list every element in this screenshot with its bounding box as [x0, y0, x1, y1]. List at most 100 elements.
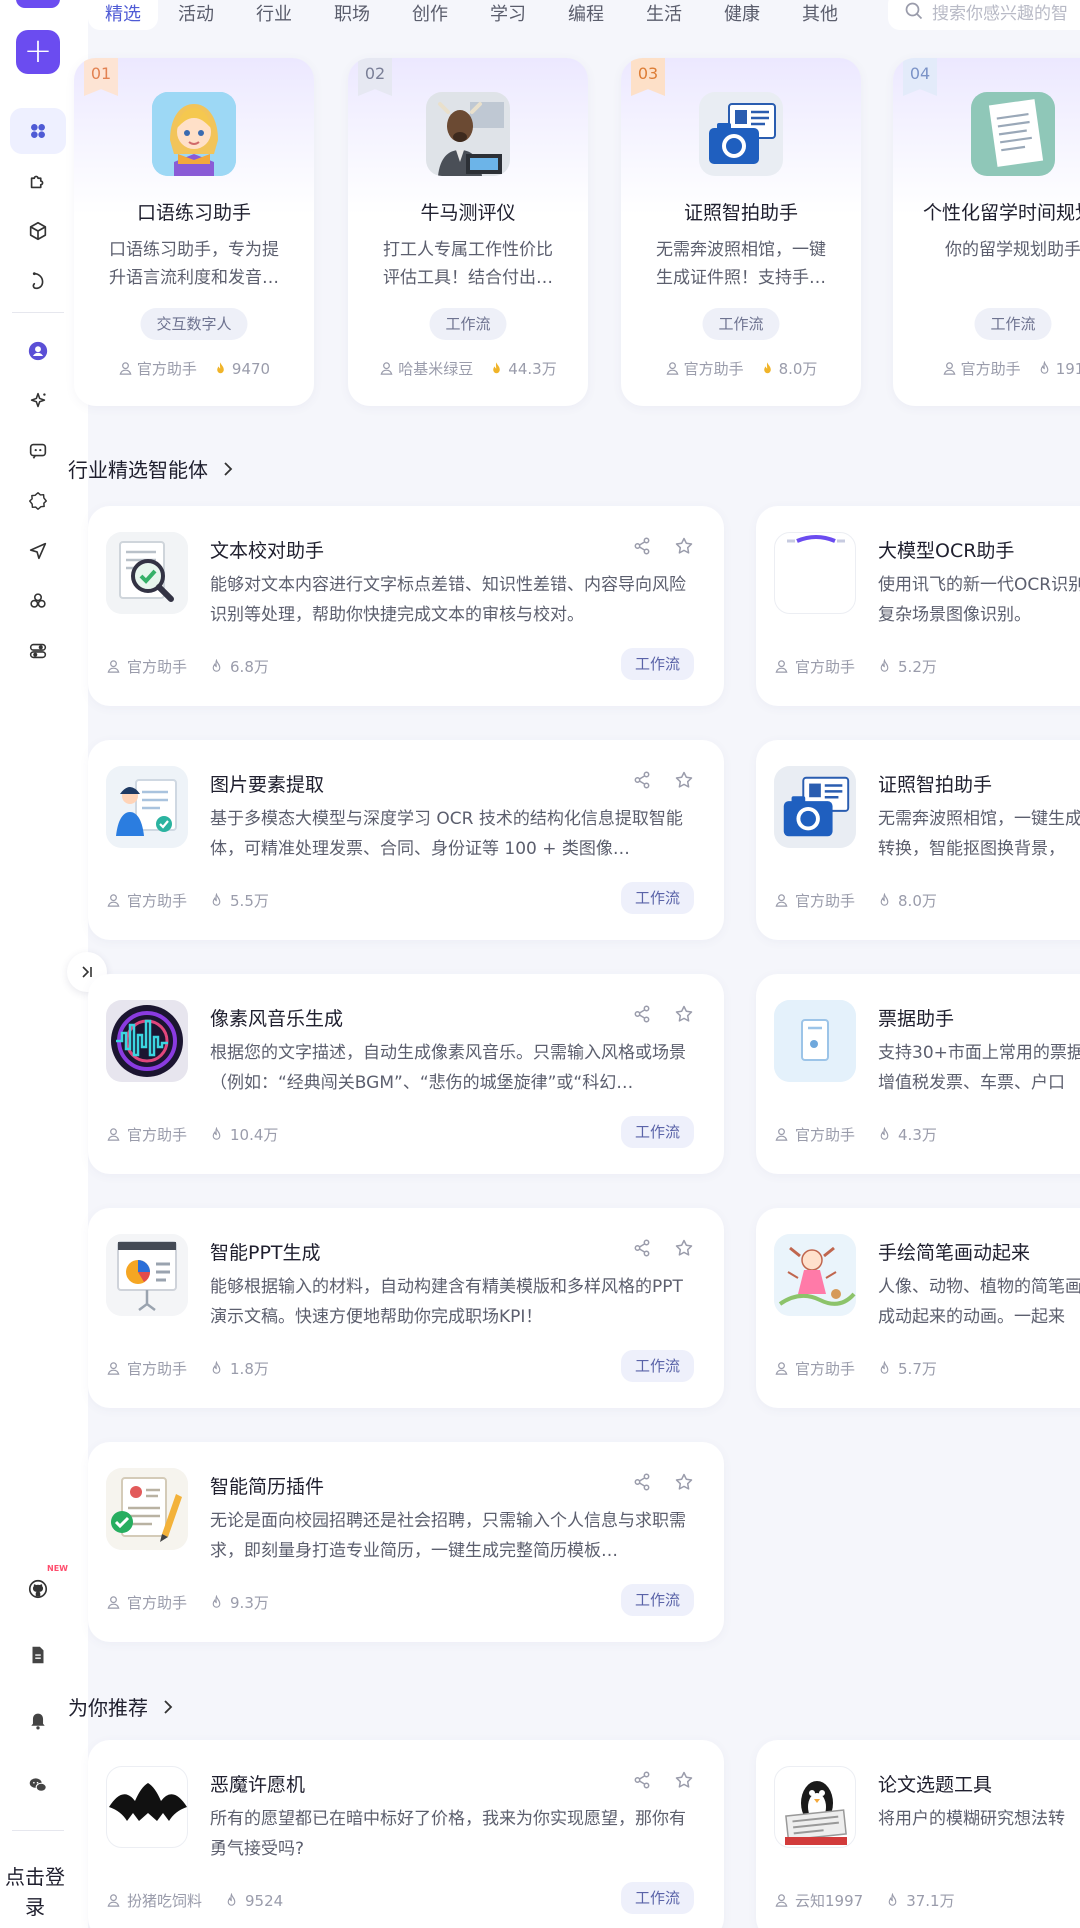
- featured-card[interactable]: 04 个性化留学时间规划 你的留学规划助手 工作流 官方助手 191: [893, 58, 1080, 406]
- agent-card[interactable]: 论文选题工具 将用户的模糊研究想法转 云知1997 37.1万: [756, 1740, 1080, 1928]
- section-title-text: 行业精选智能体: [68, 458, 208, 482]
- agent-card[interactable]: 票据助手 支持30+市面上常用的票据增值税发票、车票、户口 官方助手 4.3万: [756, 974, 1080, 1174]
- share-icon[interactable]: [632, 1238, 652, 1258]
- agent-card[interactable]: 智能简历插件 无论是面向校园招聘还是社会招聘，只需输入个人信息与求职需求，即刻量…: [88, 1442, 724, 1642]
- share-icon[interactable]: [632, 770, 652, 790]
- section-title-industry[interactable]: 行业精选智能体: [68, 454, 236, 483]
- document-extract-icon: [106, 766, 188, 848]
- tab-programming[interactable]: 编程: [556, 0, 616, 30]
- agent-card[interactable]: 大模型OCR助手 使用讯飞的新一代OCR识别复杂场景图像识别。 官方助手 5.2…: [756, 506, 1080, 706]
- agent-avatar: [426, 92, 510, 176]
- search-input[interactable]: 搜索你感兴趣的智: [888, 0, 1080, 30]
- fire-icon: [888, 1893, 897, 1906]
- user-icon: [107, 894, 120, 907]
- user-icon: [943, 362, 956, 375]
- star-icon[interactable]: [674, 536, 694, 556]
- agent-card[interactable]: 证照智拍助手 无需奔波照相馆，一键生成转换，智能抠图换背景， 官方助手 8.0万: [756, 740, 1080, 940]
- agent-meta: 官方助手 5.5万: [106, 890, 269, 911]
- sparkle-icon: [30, 392, 46, 408]
- agent-title: 论文选题工具: [878, 1774, 993, 1796]
- agent-title: 票据助手: [878, 1008, 955, 1030]
- chevron-right-icon: [164, 1699, 173, 1714]
- sidebar-item-github[interactable]: NEW: [10, 1564, 68, 1612]
- agent-author: 官方助手: [683, 360, 744, 378]
- penguin-newspaper-icon: [785, 1781, 847, 1845]
- tab-health[interactable]: 健康: [712, 0, 772, 30]
- star-icon[interactable]: [674, 1472, 694, 1492]
- star-icon[interactable]: [674, 1238, 694, 1258]
- user-icon: [107, 1362, 120, 1375]
- featured-card[interactable]: 01 口语练习助手 口语练习助手，专为提升语言流利度和发音… 交互数字人 官方助…: [74, 58, 314, 406]
- agent-title: 智能简历插件: [210, 1476, 325, 1498]
- agent-title: 文本校对助手: [210, 540, 325, 562]
- agent-card[interactable]: 智能PPT生成 能够根据输入的材料，自动构建含有精美模版和多样风格的PPT演示文…: [88, 1208, 724, 1408]
- sidebar-item-discover[interactable]: [10, 108, 66, 154]
- tab-industry[interactable]: 行业: [244, 0, 304, 30]
- sidebar-item-plugins[interactable]: [10, 158, 66, 204]
- login-link[interactable]: 点击登录: [0, 1862, 70, 1922]
- agent-title: 智能PPT生成: [210, 1242, 321, 1264]
- star-icon[interactable]: [674, 770, 694, 790]
- tab-learning[interactable]: 学习: [478, 0, 538, 30]
- agent-card[interactable]: 恶魔许愿机 所有的愿望都已在暗中标好了价格，我来为你实现愿望，那你有勇气接受吗?…: [88, 1740, 724, 1928]
- sidebar-item-wechat[interactable]: [10, 1762, 66, 1808]
- agent-tag: 工作流: [620, 882, 694, 914]
- featured-card[interactable]: 02 牛马测评仪 打工人专属工作性价比评估工具！结合付出… 工作流 哈基米绿豆 …: [348, 58, 588, 406]
- sidebar-item-workflow[interactable]: [10, 258, 66, 304]
- id-camera-icon: [774, 766, 856, 848]
- tab-other[interactable]: 其他: [790, 0, 850, 30]
- agent-avatar: [106, 532, 188, 614]
- user-icon: [775, 1894, 788, 1907]
- agent-avatar: [774, 1000, 856, 1082]
- agent-card[interactable]: 图片要素提取 基于多模态大模型与深度学习 OCR 技术的结构化信息提取智能体，可…: [88, 740, 724, 940]
- share-icon[interactable]: [632, 1472, 652, 1492]
- agent-title: 个性化留学时间规划: [923, 202, 1080, 224]
- agent-card[interactable]: 文本校对助手 能够对文本内容进行文字标点差错、知识性差错、内容导向风险识别等处理…: [88, 506, 724, 706]
- agent-card[interactable]: 手绘简笔画动起来 人像、动物、植物的简笔画成动起来的动画。一起来 官方助手 5.…: [756, 1208, 1080, 1408]
- sidebar-item-badge[interactable]: [10, 478, 66, 524]
- section-title-recommend[interactable]: 为你推荐: [68, 1692, 176, 1721]
- sidebar-item-models[interactable]: [10, 208, 66, 254]
- music-disc-icon: [106, 1000, 188, 1082]
- tab-creation[interactable]: 创作: [400, 0, 460, 30]
- agent-card[interactable]: 像素风音乐生成 根据您的文字描述，自动生成像素风音乐。只需输入风格或场景（例如：…: [88, 974, 724, 1174]
- hook-icon: [32, 272, 44, 290]
- new-chat-button[interactable]: +: [16, 30, 60, 74]
- sidebar-item-community[interactable]: [10, 578, 66, 624]
- featured-card[interactable]: 03 证照智拍助手 无需奔波照相馆，一键生成证件照！支持手… 工作流 官方助手 …: [621, 58, 861, 406]
- sidebar-item-toggle[interactable]: [10, 628, 66, 674]
- magnifier-check-icon: [106, 532, 188, 614]
- star-icon[interactable]: [674, 1004, 694, 1024]
- agent-heat: 5.5万: [230, 892, 269, 910]
- github-icon: [28, 1579, 48, 1599]
- badge-star-icon: [29, 492, 47, 510]
- agent-avatar: [774, 1766, 856, 1848]
- agent-author: 哈基米绿豆: [398, 360, 474, 378]
- sidebar-item-docs[interactable]: [10, 1632, 66, 1678]
- tab-life[interactable]: 生活: [634, 0, 694, 30]
- sidebar-item-profile[interactable]: [10, 328, 66, 374]
- sidebar-item-notifications[interactable]: [10, 1698, 66, 1744]
- tab-workplace[interactable]: 职场: [322, 0, 382, 30]
- share-icon[interactable]: [632, 536, 652, 556]
- tab-featured[interactable]: 精选: [88, 0, 158, 30]
- user-icon: [775, 1128, 788, 1141]
- app-logo[interactable]: [16, 0, 60, 8]
- agent-title: 像素风音乐生成: [210, 1008, 344, 1030]
- sidebar-item-chat[interactable]: [10, 428, 66, 474]
- tab-events[interactable]: 活动: [166, 0, 226, 30]
- agent-heat: 9.3万: [230, 1594, 269, 1612]
- agent-heat: 1.8万: [230, 1360, 269, 1378]
- fire-icon: [880, 659, 889, 672]
- agent-description: 能够根据输入的材料，自动构建含有精美模版和多样风格的PPT演示文稿。快速方便地帮…: [210, 1277, 683, 1327]
- agent-description: 人像、动物、植物的简笔画成动起来的动画。一起来: [878, 1277, 1080, 1327]
- agent-description: 使用讯飞的新一代OCR识别复杂场景图像识别。: [878, 575, 1080, 625]
- share-icon[interactable]: [632, 1770, 652, 1790]
- share-icon[interactable]: [632, 1004, 652, 1024]
- sidebar-item-sparkle[interactable]: [10, 378, 66, 424]
- star-icon[interactable]: [674, 1770, 694, 1790]
- agent-description: 基于多模态大模型与深度学习 OCR 技术的结构化信息提取智能体，可精准处理发票、…: [210, 809, 683, 859]
- rank-badge: 03: [631, 58, 665, 96]
- sidebar-item-send[interactable]: [10, 528, 66, 574]
- chat-bot-icon: [29, 443, 47, 459]
